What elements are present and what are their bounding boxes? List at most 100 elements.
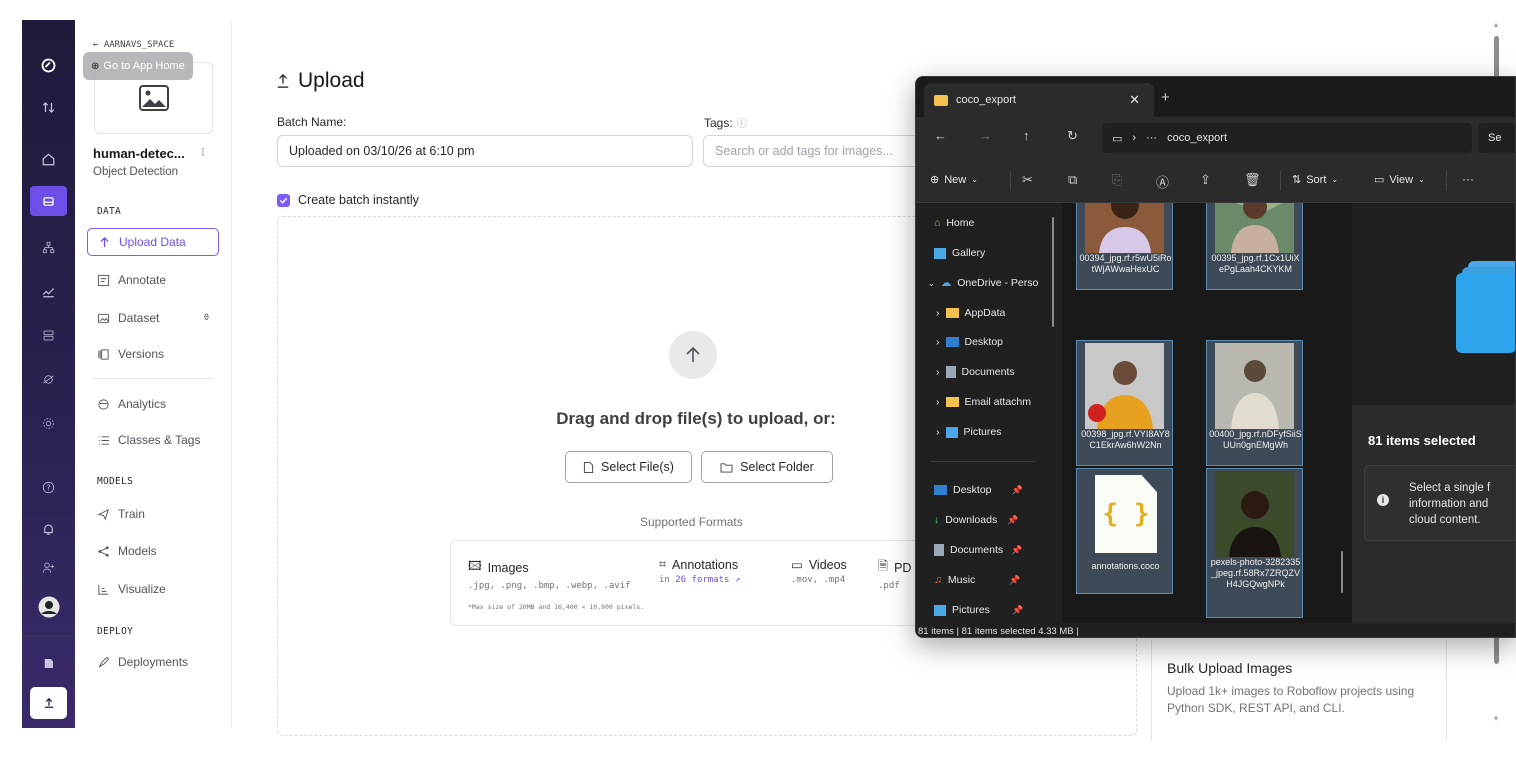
file-explorer-window[interactable]: coco_export ✕ + ← → ↑ ↻ ▭ › ··· coco_exp… [915, 76, 1516, 638]
file-tile[interactable]: 00394_jpg.rf.r5wU5iRotWjAWwaHexUC [1076, 203, 1173, 290]
docs-icon[interactable] [22, 648, 75, 678]
quick-pictures-label: Pictures [952, 604, 990, 616]
workflows-icon[interactable] [22, 232, 75, 262]
projects-icon[interactable] [30, 186, 67, 216]
bulk-upload-card[interactable]: Bulk Upload Images Upload 1k+ images to … [1151, 640, 1447, 740]
file-tile[interactable]: pexels-photo-3282335_jpeg.rf.58Rx7ZRQZVH… [1206, 468, 1303, 618]
up-icon[interactable]: ↑ [1023, 128, 1030, 143]
quick-downloads[interactable]: ↓ Downloads 📌 [934, 508, 1018, 532]
tree-item-onedrive[interactable]: ⌄ ☁ OneDrive - Perso [928, 271, 1038, 295]
scroll-up-arrow[interactable]: ▴ [1494, 20, 1499, 32]
tags-help-icon[interactable]: ⓘ [737, 115, 747, 130]
swap-icon[interactable] [22, 92, 75, 122]
universe-icon[interactable] [22, 364, 75, 394]
forward-icon[interactable]: → [979, 128, 992, 143]
pdf-title: PD [894, 560, 912, 575]
file-grid[interactable]: 00394_jpg.rf.r5wU5iRotWjAWwaHexUC 00395_… [1062, 203, 1352, 623]
cut-icon[interactable]: ✂ [1022, 172, 1033, 188]
rename-icon[interactable]: Ⓐ [1156, 172, 1169, 191]
file-tile[interactable]: 00398_jpg.rf.VYI8AY8C1EkrAw6hW2Nn [1076, 340, 1173, 466]
tree-item-documents[interactable]: › Documents [936, 360, 1015, 384]
format-pdf: 🗎 PD .pdf [878, 557, 911, 591]
project-name[interactable]: human-detec... [93, 146, 185, 161]
grid-scrollbar[interactable] [1341, 551, 1343, 593]
create-batch-checkbox[interactable] [277, 193, 290, 207]
monitoring-icon[interactable] [22, 276, 75, 306]
file-tile[interactable]: 00395_jpg.rf.1Cx1UiXePgLaah4CKYKM [1206, 203, 1303, 290]
back-icon[interactable]: ← [934, 128, 947, 143]
annotations-formats-link[interactable]: 26 formats ↗ [675, 575, 740, 585]
view-button[interactable]: ▭ View ⌄ [1374, 173, 1425, 187]
new-tab-icon[interactable]: + [1161, 89, 1170, 106]
chevron-right-icon: › [936, 366, 940, 378]
sort-button[interactable]: ⇅ Sort ⌄ [1292, 173, 1338, 187]
tree-scrollbar[interactable] [1052, 217, 1054, 327]
nav-train[interactable]: Train [87, 500, 219, 528]
select-folder-label: Select Folder [740, 460, 814, 474]
dataset-count-badge: 0 [203, 313, 209, 323]
deployments-rail-icon[interactable] [22, 320, 75, 350]
versions-icon [98, 348, 109, 360]
workspace-back-link[interactable]: ← AARNAVS_SPACE [93, 40, 174, 50]
tree-item-home[interactable]: ⌂ Home [934, 211, 974, 235]
nav-visualize[interactable]: Visualize [87, 575, 219, 603]
select-files-button[interactable]: Select File(s) [565, 451, 692, 483]
images-ext: .jpg, .png, .bmp, .webp, .avif [468, 581, 631, 591]
settings-icon[interactable] [22, 408, 75, 438]
delete-icon[interactable]: 🗑 [1244, 172, 1261, 188]
nav-annotate[interactable]: Annotate [87, 266, 219, 294]
roboflow-logo-icon[interactable] [22, 50, 75, 80]
pc-icon: ▭ [1112, 132, 1123, 145]
nav-models[interactable]: Models [87, 537, 219, 565]
file-tile[interactable]: 00400_jpg.rf.nDFyfSiiSUUn0gnEMgWh [1206, 340, 1303, 466]
copy-icon[interactable]: ⧉ [1068, 172, 1077, 188]
avatar[interactable] [22, 592, 75, 622]
breadcrumb-folder[interactable]: coco_export [1167, 132, 1227, 144]
project-menu-icon[interactable]: ⁝ [201, 145, 205, 159]
file-name: pexels-photo-3282335_jpeg.rf.58Rx7ZRQZVH… [1210, 557, 1301, 589]
share-icon[interactable]: ⇪ [1200, 172, 1211, 188]
paste-icon[interactable]: ⎘ [1112, 172, 1122, 188]
go-to-app-home-tooltip: ⊕ Go to App Home [83, 52, 193, 80]
quick-desktop[interactable]: Desktop 📌 [934, 478, 1023, 502]
help-icon[interactable]: ? [22, 472, 75, 502]
nav-upload-data[interactable]: Upload Data [87, 228, 219, 256]
refresh-icon[interactable]: ↻ [1067, 128, 1078, 144]
nav-deployments[interactable]: Deployments [87, 648, 219, 676]
explorer-tab[interactable]: coco_export ✕ [924, 83, 1154, 117]
nav-dataset[interactable]: Dataset 0 [87, 304, 219, 332]
tab-close-icon[interactable]: ✕ [1129, 92, 1140, 108]
tree-item-appdata[interactable]: › AppData [936, 301, 1005, 325]
tree-item-desktop[interactable]: › Desktop [936, 330, 1003, 354]
scroll-down-arrow[interactable]: ▾ [1494, 714, 1499, 726]
create-batch-row[interactable]: Create batch instantly [277, 193, 419, 207]
new-button[interactable]: ⊕ New ⌄ [930, 173, 978, 187]
tags-label: Tags: [704, 115, 733, 130]
tree-item-email[interactable]: › Email attachm [936, 390, 1031, 414]
tree-item-gallery[interactable]: Gallery [934, 241, 985, 265]
nav-versions[interactable]: Versions [87, 340, 219, 368]
nav-train-label: Train [118, 507, 145, 521]
quick-documents[interactable]: Documents 📌 [934, 538, 1022, 562]
cmd-divider [1446, 171, 1447, 191]
home-icon[interactable] [22, 144, 75, 174]
upload-rail-button[interactable] [30, 687, 67, 719]
file-tile[interactable]: { } annotations.coco [1076, 468, 1173, 594]
more-options-button[interactable]: ··· [1462, 172, 1474, 186]
quick-pictures[interactable]: Pictures 📌 [934, 598, 1023, 622]
notifications-icon[interactable] [22, 514, 75, 544]
address-bar[interactable]: ▭ › ··· coco_export [1102, 123, 1472, 153]
batch-name-input[interactable]: Uploaded on 03/10/26 at 6:10 pm [277, 135, 693, 167]
view-label: View [1389, 173, 1414, 186]
tree-item-pictures[interactable]: › Pictures [936, 420, 1001, 444]
tags-input[interactable]: Search or add tags for images... [703, 135, 933, 167]
select-folder-button[interactable]: Select Folder [701, 451, 833, 483]
search-box[interactable]: Se [1478, 123, 1515, 153]
nav-classes-tags[interactable]: Classes & Tags [87, 426, 219, 454]
breadcrumb-more[interactable]: ··· [1146, 132, 1157, 144]
nav-analytics[interactable]: Analytics [87, 390, 219, 418]
invite-icon[interactable] [22, 552, 75, 582]
desktop-icon [934, 485, 947, 495]
pin-icon: 📌 [1011, 604, 1024, 615]
quick-music[interactable]: ♫ Music 📌 [934, 568, 1021, 592]
